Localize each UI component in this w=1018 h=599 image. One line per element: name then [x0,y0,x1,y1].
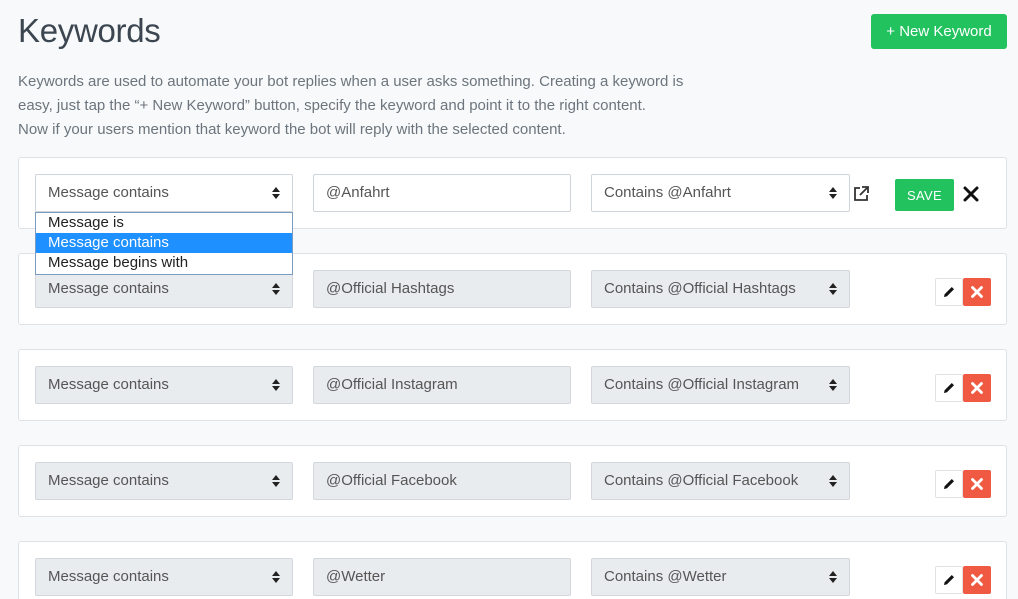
condition-select: Message contains [35,366,293,404]
keyword-input-value: @Official Hashtags [326,280,455,297]
sort-caret-icon [272,283,280,295]
sort-caret-icon [829,283,837,295]
condition-select: Message contains [35,270,293,308]
pencil-icon [944,479,954,489]
content-select: Contains @Official Hashtags [591,270,850,308]
content-select-value: Contains @Official Hashtags [604,280,796,297]
keyword-row: Message contains @Official Instagram Con… [18,349,1007,421]
page-title: Keywords [18,12,161,49]
sort-caret-icon [272,571,280,583]
condition-dropdown-list: Message is Message contains Message begi… [35,212,293,275]
close-icon[interactable] [962,185,980,203]
keyword-input: @Official Hashtags [313,270,571,308]
keyword-row: Message contains @Official Facebook Cont… [18,445,1007,517]
sort-caret-icon [272,475,280,487]
content-select-value: Contains @Official Instagram [604,376,800,393]
content-select: Contains @Wetter [591,558,850,596]
keyword-input: @Official Instagram [313,366,571,404]
condition-select-value: Message contains [48,568,169,585]
condition-select-value: Message contains [48,472,169,489]
content-select: Contains @Official Facebook [591,462,850,500]
keyword-row: Message contains @Wetter Contains @Wette… [18,541,1007,599]
delete-button[interactable] [963,470,991,498]
pencil-icon [944,287,954,297]
content-select: Contains @Official Instagram [591,366,850,404]
close-icon [971,478,983,490]
sort-caret-icon [272,187,280,199]
keyword-input-value: @Official Instagram [326,376,458,393]
edit-button[interactable] [935,470,963,498]
condition-select: Message contains [35,462,293,500]
content-select-value: Contains @Official Facebook [604,472,799,489]
save-button[interactable]: SAVE [895,179,954,211]
description-line: easy, just tap the “+ New Keyword” butto… [18,97,646,114]
condition-select[interactable]: Message contains [35,174,293,212]
close-icon [971,382,983,394]
edit-button[interactable] [935,278,963,306]
dropdown-option-message-begins-with[interactable]: Message begins with [36,253,292,273]
description-line: Now if your users mention that keyword t… [18,121,566,138]
edit-button[interactable] [935,374,963,402]
delete-button[interactable] [963,374,991,402]
new-keyword-button[interactable]: + New Keyword [871,14,1007,49]
dropdown-option-message-contains[interactable]: Message contains [36,233,292,253]
pencil-icon [944,575,954,585]
delete-button[interactable] [963,566,991,594]
content-select[interactable]: Contains @Anfahrt [591,174,850,212]
close-icon [971,286,983,298]
edit-button[interactable] [935,566,963,594]
keyword-input-value: @Anfahrt [326,184,390,201]
sort-caret-icon [272,379,280,391]
sort-caret-icon [829,379,837,391]
close-icon [971,574,983,586]
page-description: Keywords are used to automate your bot r… [18,70,738,142]
delete-button[interactable] [963,278,991,306]
condition-select-value: Message contains [48,376,169,393]
description-line: Keywords are used to automate your bot r… [18,73,684,90]
condition-select-value: Message contains [48,184,169,201]
pencil-icon [944,383,954,393]
keyword-input[interactable]: @Anfahrt [313,174,571,212]
keyword-input: @Official Facebook [313,462,571,500]
dropdown-option-message-is[interactable]: Message is [36,213,292,233]
content-select-value: Contains @Anfahrt [604,184,731,201]
sort-caret-icon [829,475,837,487]
keyword-input-value: @Official Facebook [326,472,457,489]
keyword-input-value: @Wetter [326,568,386,585]
condition-select-value: Message contains [48,280,169,297]
condition-select: Message contains [35,558,293,596]
sort-caret-icon [829,187,837,199]
content-select-value: Contains @Wetter [604,568,727,585]
keywords-page: Keywords + New Keyword Keywords are used… [0,0,1018,599]
keyword-input: @Wetter [313,558,571,596]
external-link-icon[interactable] [852,185,870,203]
sort-caret-icon [829,571,837,583]
